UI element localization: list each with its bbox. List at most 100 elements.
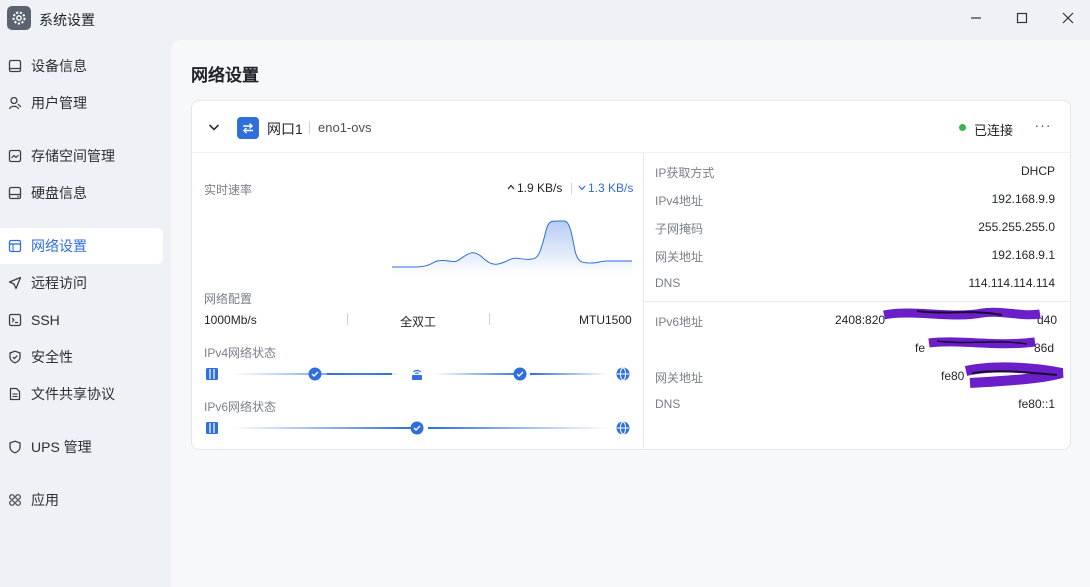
card-header[interactable]: 网口1 eno1-ovs 已连接 ··· [192,101,1070,153]
swap-icon [237,117,259,139]
title-bar: 系统设置 [0,0,1090,36]
maximize-icon [1016,12,1028,24]
terminal-icon [8,313,22,327]
redaction-mark [883,307,1041,320]
ups-shield-icon [8,440,22,454]
redaction-mark [964,362,1064,388]
nas-device-icon [206,368,218,380]
info-row: DNS fe80::1 [655,395,1055,415]
check-circle-icon [513,367,527,381]
sidebar-item-label: 远程访问 [31,275,87,291]
speed-label: 实时速率 [204,183,253,197]
send-icon [8,276,22,290]
sidebar-item-label: 网络设置 [31,238,87,254]
info-value: 114.114.114.114 [968,276,1055,290]
info-row: IP获取方式 DHCP [655,162,1055,182]
info-row: IPv4地址 192.168.9.9 [655,190,1055,210]
upload-speed: 1.9 KB/s [517,181,563,195]
info-row: DNS 114.114.114.114 [655,274,1055,294]
network-port-card: 网口1 eno1-ovs 已连接 ··· 实时速率 1.9 KB/s 1.3 K… [191,100,1071,450]
sidebar-item-disk[interactable]: 硬盘信息 [0,175,163,211]
network-icon [8,239,22,253]
close-button[interactable] [1058,8,1078,28]
ipv6-gateway-prefix: fe80 [941,369,965,383]
info-key: IP获取方式 [655,166,715,180]
shield-icon [8,350,22,364]
sidebar-item-network[interactable]: 网络设置 [0,228,163,264]
sidebar-item-label: 安全性 [31,349,73,365]
info-row: 网关地址 192.168.9.1 [655,246,1055,266]
divider [571,183,572,194]
globe-icon [616,367,630,381]
info-value: 192.168.9.9 [991,192,1055,206]
sidebar-item-label: 存储空间管理 [31,148,115,164]
info-key: 网关地址 [655,371,704,385]
speed-area [392,220,632,275]
divider [309,121,310,134]
page-title: 网络设置 [191,66,259,85]
link-speed: 1000Mb/s [204,313,257,327]
sidebar-item-label: 应用 [31,492,59,508]
router-icon [412,369,422,380]
config-label: 网络配置 [204,292,253,306]
redaction-mark [928,337,1036,349]
sidebar-item-label: 硬盘信息 [31,185,87,201]
sidebar-item-device-info[interactable]: 设备信息 [0,48,163,84]
divider [644,301,1070,302]
info-row: 子网掩码 255.255.255.0 [655,218,1055,238]
storage-icon [8,149,22,163]
ipv6-address-prefix: 2408:820 [835,313,886,327]
globe-icon [616,421,630,435]
gear-icon [7,6,31,30]
info-value: DHCP [1020,164,1055,178]
ipv4-status-label: IPv4网络状态 [204,346,277,360]
ipv4-link-line [530,373,608,375]
info-value: 255.255.255.0 [978,220,1055,234]
info-key: DNS [655,276,681,290]
ipv6-address-2-suffix: 86d [1034,341,1055,355]
ipv6-status-label: IPv6网络状态 [204,400,277,414]
info-key: DNS [655,397,681,411]
divider [347,313,348,325]
sidebar-item-users[interactable]: 用户管理 [0,85,163,121]
sidebar-item-security[interactable]: 安全性 [0,339,163,375]
arrow-up-icon [507,184,515,190]
close-icon [1062,12,1074,24]
sidebar-item-label: 用户管理 [31,95,87,111]
sidebar-item-ups[interactable]: UPS 管理 [0,429,163,465]
disk-icon [8,186,22,200]
info-key: IPv4地址 [655,194,704,208]
maximize-button[interactable] [1012,8,1032,28]
ipv4-link-line [434,373,524,375]
sidebar-item-apps[interactable]: 应用 [0,482,163,518]
minimize-icon [971,17,981,19]
sidebar-item-remote[interactable]: 远程访问 [0,265,163,301]
minimize-button[interactable] [966,8,986,28]
info-key: 子网掩码 [655,222,704,236]
ipv6-address-2-prefix: fe [915,341,926,355]
sidebar-item-label: SSH [31,312,60,328]
info-key: IPv6地址 [655,315,704,329]
more-button[interactable]: ··· [1032,117,1054,137]
info-value: 192.168.9.1 [991,248,1055,262]
sidebar-item-file-sharing[interactable]: 文件共享协议 [0,376,163,412]
sidebar-item-label: 文件共享协议 [31,386,115,402]
sidebar-item-storage[interactable]: 存储空间管理 [0,138,163,174]
info-key: 网关地址 [655,250,704,264]
sidebar-item-label: 设备信息 [31,58,87,74]
device-icon [8,59,22,73]
apps-icon [8,493,22,507]
info-value: fe80::1 [1018,397,1055,411]
status-badge: 已连接 [974,123,1014,138]
speed-chart [392,220,632,275]
mtu-value: MTU1500 [579,313,632,327]
chevron-down-icon[interactable] [206,119,222,135]
sidebar-item-label: UPS 管理 [31,439,92,455]
check-circle-icon [410,421,424,435]
user-icon [8,96,22,110]
sidebar-item-ssh[interactable]: SSH [0,302,163,338]
check-circle-icon [308,367,322,381]
status-dot [959,124,966,131]
window-title: 系统设置 [39,12,95,28]
port-name: 网口1 [267,121,303,137]
